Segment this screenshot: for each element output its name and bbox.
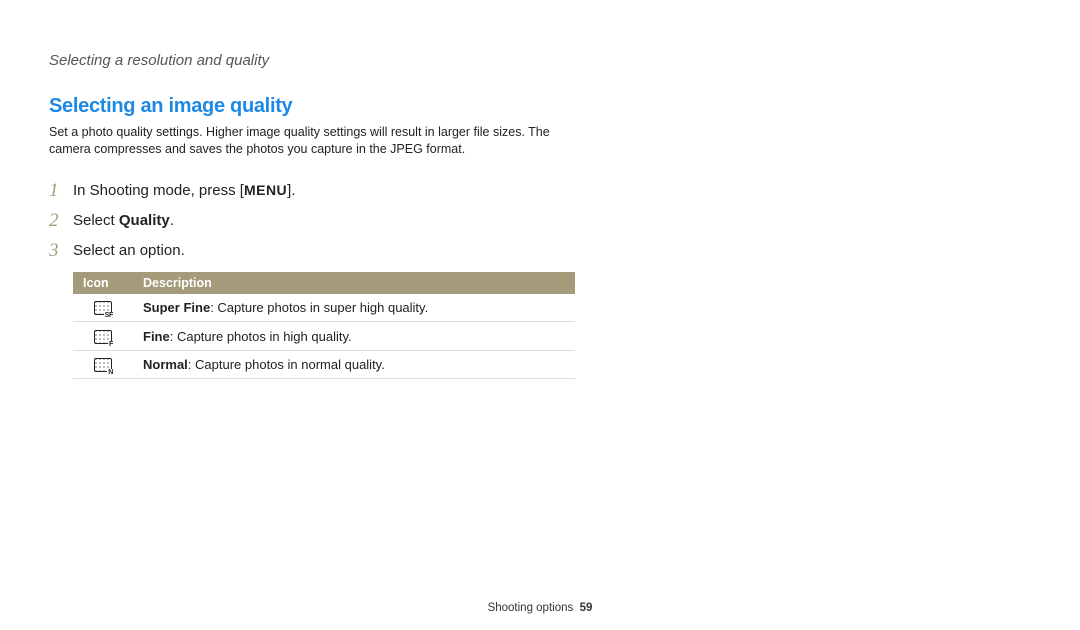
- step-number: 1: [49, 180, 73, 202]
- step-text: In Shooting mode, press [MENU].: [73, 182, 296, 199]
- step-number: 2: [49, 210, 73, 232]
- step-3: 3 Select an option.: [49, 240, 560, 262]
- quality-normal-icon: [94, 358, 112, 372]
- table-header-icon: Icon: [73, 272, 133, 294]
- quality-fine-icon: [94, 330, 112, 344]
- main-content: Selecting an image quality Set a photo q…: [0, 69, 560, 379]
- step-number: 3: [49, 240, 73, 262]
- menu-button-label: MENU: [244, 182, 287, 198]
- step-2: 2 Select Quality.: [49, 210, 560, 232]
- section-description: Set a photo quality settings. Higher ima…: [49, 124, 560, 158]
- section-title: Selecting an image quality: [49, 95, 560, 118]
- table-cell-description: Super Fine: Capture photos in super high…: [133, 294, 575, 322]
- table-cell-description: Normal: Capture photos in normal quality…: [133, 350, 575, 379]
- breadcrumb: Selecting a resolution and quality: [0, 0, 1080, 69]
- footer-section: Shooting options: [488, 602, 574, 614]
- table-row: Fine: Capture photos in high quality.: [73, 322, 575, 351]
- steps-list: 1 In Shooting mode, press [MENU]. 2 Sele…: [49, 180, 560, 262]
- quality-superfine-icon: [94, 301, 112, 315]
- table-row: Super Fine: Capture photos in super high…: [73, 294, 575, 322]
- step-text: Select an option.: [73, 242, 185, 259]
- table-header-description: Description: [133, 272, 575, 294]
- page-number: 59: [580, 602, 593, 614]
- step-text: Select Quality.: [73, 212, 174, 229]
- page-footer: Shooting options 59: [0, 602, 1080, 614]
- step-1: 1 In Shooting mode, press [MENU].: [49, 180, 560, 202]
- quality-options-table: Icon Description Super Fine: Capture pho…: [73, 272, 575, 380]
- table-cell-description: Fine: Capture photos in high quality.: [133, 322, 575, 351]
- table-row: Normal: Capture photos in normal quality…: [73, 350, 575, 379]
